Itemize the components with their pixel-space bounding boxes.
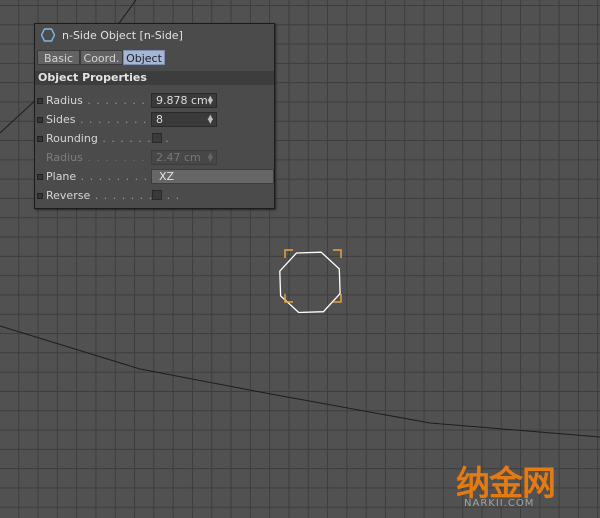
panel-header: n-Side Object [n-Side] — [35, 24, 274, 46]
rounding-checkbox[interactable] — [152, 133, 162, 143]
spinner-arrows-icon: ▲ ▼ — [207, 151, 213, 163]
plane-dropdown[interactable]: XZ — [151, 169, 274, 184]
animation-key-dot[interactable] — [37, 136, 43, 142]
label-sides: Sides — [46, 113, 76, 126]
tab-coord[interactable]: Coord. — [80, 50, 123, 65]
animation-key-dot[interactable] — [37, 174, 43, 180]
section-object-properties[interactable]: Object Properties — [35, 71, 274, 85]
sides-input[interactable]: 8 ▲ ▼ — [151, 112, 217, 127]
row-rounding-radius: Radius . . . . . . . . . . . 2.47 cm ▲ ▼ — [35, 149, 274, 167]
row-sides: Sides . . . . . . . . . . . . . 8 ▲ ▼ — [35, 111, 274, 129]
hexagon-icon — [41, 28, 55, 42]
selection-bracket — [284, 249, 342, 303]
row-radius: Radius . . . . . . . . . . . 9.878 cm ▲ ▼ — [35, 92, 274, 110]
rounding-radius-input: 2.47 cm ▲ ▼ — [151, 150, 217, 165]
sides-value: 8 — [156, 113, 163, 126]
spinner-arrows-icon[interactable]: ▲ ▼ — [208, 95, 213, 106]
reverse-checkbox[interactable] — [152, 190, 162, 200]
label-plane: Plane — [46, 170, 77, 183]
animation-key-dot[interactable] — [37, 98, 43, 104]
label-rounding: Rounding — [46, 132, 98, 145]
row-rounding: Rounding . . . . . . . . — [35, 130, 274, 148]
watermark-subtext: NARKII.COM — [464, 498, 535, 509]
label-radius: Radius — [46, 94, 83, 107]
spline-curve-lower[interactable] — [0, 325, 600, 438]
watermark-logo: 纳金网 NARKII.COM — [456, 456, 596, 516]
panel-title: n-Side Object [n-Side] — [62, 29, 183, 42]
rounding-radius-value: 2.47 cm — [156, 151, 201, 164]
radius-input[interactable]: 9.878 cm ▲ ▼ — [151, 93, 217, 108]
tab-basic[interactable]: Basic — [37, 50, 80, 65]
tab-object[interactable]: Object — [123, 50, 165, 65]
row-plane: Plane . . . . . . . . . . . . XZ — [35, 168, 274, 186]
label-leader-dots: . . . . . . . . . . — [90, 189, 181, 202]
row-reverse: Reverse . . . . . . . . . . — [35, 187, 274, 205]
spinner-arrows-icon[interactable]: ▲ ▼ — [208, 114, 213, 125]
label-rounding-radius: Radius — [46, 151, 83, 164]
n-side-octagon-shape[interactable] — [279, 251, 341, 314]
animation-key-dot[interactable] — [37, 193, 43, 199]
label-reverse: Reverse — [46, 189, 91, 202]
plane-value: XZ — [159, 170, 175, 183]
animation-key-dot[interactable] — [37, 117, 43, 123]
radius-value: 9.878 cm — [156, 94, 208, 107]
attribute-panel: n-Side Object [n-Side] Basic Coord. Obje… — [34, 23, 275, 209]
